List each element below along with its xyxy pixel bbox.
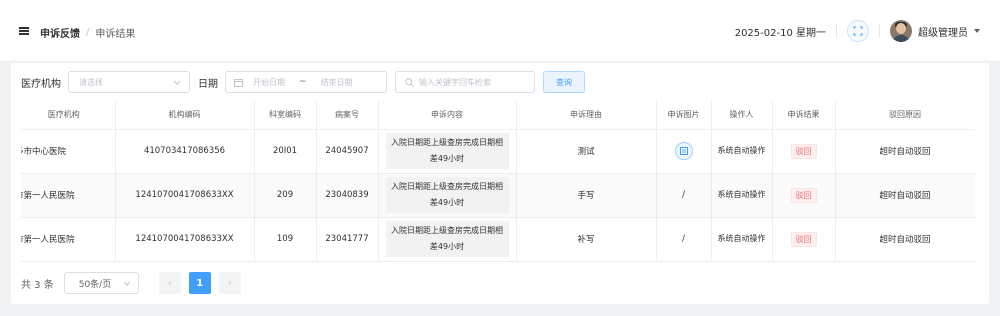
breadcrumb-separator: / <box>86 27 90 38</box>
user-name[interactable]: 超级管理员 <box>918 24 968 39</box>
cell-content: 入院日期距上级查房完成日期相差49小时 <box>378 129 517 174</box>
appeal-content-text: 入院日期距上级查房完成日期相差49小时 <box>385 133 509 169</box>
cell-reject-reason: 超时自动驳回 <box>835 173 975 218</box>
cell-image: / <box>656 173 712 218</box>
column-header: 操作人 <box>711 101 773 130</box>
column-header: 科室编码 <box>254 101 317 130</box>
breadcrumb-current: 申诉结果 <box>95 29 136 40</box>
cell-reason: 补写 <box>516 217 657 262</box>
cell-org-code: 1241070041708633XX <box>115 217 255 262</box>
current-date: 2025-02-10 星期一 <box>734 27 826 39</box>
divider <box>879 24 880 38</box>
cell-org: 多市中心医院 <box>21 129 116 174</box>
org-filter-label: 医疗机构 <box>21 78 61 90</box>
prev-page-button[interactable]: ‹ <box>158 272 181 294</box>
cell-result: 驳回 <box>772 217 836 262</box>
appeal-content-text: 入院日期距上级查房完成日期相差49小时 <box>385 221 509 257</box>
date-filter-label: 日期 <box>198 78 218 90</box>
next-page-button[interactable]: › <box>218 272 241 294</box>
cell-case-no: 24045907 <box>316 129 379 174</box>
cell-operator: 系统自动操作 <box>711 217 773 262</box>
appeal-content-text: 入院日期距上级查房完成日期相差49小时 <box>385 177 509 213</box>
column-header: 病案号 <box>316 101 379 130</box>
cell-content: 入院日期距上级查房完成日期相差49小时 <box>378 217 517 262</box>
total-count: 共 3 条 <box>21 279 54 291</box>
filter-bar: 医疗机构 请选择 日期 开始日期 ~ 结束日期 输入关键字回车检索 查询 <box>21 71 585 93</box>
cell-operator: 系统自动操作 <box>711 173 773 218</box>
hamburger-menu-icon[interactable] <box>19 27 29 35</box>
date-start-placeholder: 开始日期 <box>253 77 285 87</box>
cell-dept-code: 109 <box>254 217 317 262</box>
cell-result: 驳回 <box>772 173 836 218</box>
column-header: 医疗机构 <box>21 101 116 130</box>
column-header: 申诉理由 <box>516 101 657 130</box>
column-header: 申诉内容 <box>378 101 517 130</box>
org-select-placeholder: 请选择 <box>79 77 103 87</box>
avatar[interactable] <box>890 20 912 42</box>
caret-down-icon[interactable] <box>974 29 980 33</box>
table-header-row: 医疗机构 机构编码 科室编码 病案号 申诉内容 申诉理由 申诉图片 操作人 申诉… <box>21 101 975 130</box>
cell-org: 市第一人民医院 <box>21 217 116 262</box>
chevron-down-icon <box>123 281 131 286</box>
cell-dept-code: 20I01 <box>254 129 317 174</box>
cell-reason: 手写 <box>516 173 657 218</box>
fullscreen-icon[interactable] <box>847 20 869 42</box>
page-size-value: 50条/页 <box>78 279 112 290</box>
cell-org-code: 410703417086356 <box>115 129 255 174</box>
page-size-select[interactable]: 50条/页 <box>63 272 139 294</box>
column-header: 驳回原因 <box>835 101 975 130</box>
chevron-down-icon <box>173 80 181 85</box>
table-row[interactable]: 市第一人民医院 1241070041708633XX 109 23041777 … <box>21 217 975 262</box>
table-row[interactable]: 多市中心医院 410703417086356 20I01 24045907 入院… <box>21 129 975 174</box>
keyword-placeholder: 输入关键字回车检索 <box>419 77 491 87</box>
navbar-right: 2025-02-10 星期一 超级管理员 <box>735 19 980 43</box>
date-range-separator: ~ <box>299 77 307 87</box>
image-icon[interactable] <box>674 142 693 160</box>
results-table: 医疗机构 机构编码 科室编码 病案号 申诉内容 申诉理由 申诉图片 操作人 申诉… <box>21 101 975 262</box>
cell-result: 驳回 <box>772 129 836 174</box>
column-header: 申诉结果 <box>772 101 836 130</box>
calendar-icon <box>234 78 243 87</box>
status-badge: 驳回 <box>790 143 817 159</box>
pagination: 共 3 条 50条/页 ‹ 1 › <box>21 272 249 294</box>
breadcrumb-parent[interactable]: 申诉反馈 <box>40 25 80 40</box>
cell-dept-code: 209 <box>254 173 317 218</box>
breadcrumb: 申诉反馈 / 申诉结果 <box>40 25 135 40</box>
column-header: 申诉图片 <box>656 101 712 130</box>
divider <box>836 24 837 38</box>
cell-org-code: 1241070041708633XX <box>115 173 255 218</box>
status-badge: 驳回 <box>790 187 817 203</box>
cell-operator: 系统自动操作 <box>711 129 773 174</box>
column-header: 机构编码 <box>115 101 255 130</box>
cell-reason: 测试 <box>516 129 657 174</box>
search-icon <box>405 77 414 87</box>
org-select[interactable]: 请选择 <box>68 71 190 93</box>
status-badge: 驳回 <box>790 231 817 247</box>
table-row[interactable]: 市第一人民医院 1241070041708633XX 209 23040839 … <box>21 173 975 218</box>
date-range-picker[interactable]: 开始日期 ~ 结束日期 <box>225 71 387 93</box>
cell-image: / <box>656 217 712 262</box>
top-navbar: 申诉反馈 / 申诉结果 2025-02-10 星期一 超级管理员 <box>0 0 1000 62</box>
cell-org: 市第一人民医院 <box>21 173 116 218</box>
page-number-button[interactable]: 1 <box>188 272 211 294</box>
keyword-search-input[interactable]: 输入关键字回车检索 <box>395 71 535 93</box>
date-end-placeholder: 结束日期 <box>320 77 353 87</box>
cell-content: 入院日期距上级查房完成日期相差49小时 <box>378 173 517 218</box>
cell-reject-reason: 超时自动驳回 <box>835 217 975 262</box>
search-button[interactable]: 查询 <box>543 71 585 93</box>
cell-case-no: 23040839 <box>316 173 379 218</box>
results-table-wrapper[interactable]: 医疗机构 机构编码 科室编码 病案号 申诉内容 申诉理由 申诉图片 操作人 申诉… <box>21 101 975 265</box>
cell-image <box>656 129 712 174</box>
cell-case-no: 23041777 <box>316 217 379 262</box>
cell-reject-reason: 超时自动驳回 <box>835 129 975 174</box>
main-card: 医疗机构 请选择 日期 开始日期 ~ 结束日期 输入关键字回车检索 查询 医疗机… <box>11 63 989 304</box>
